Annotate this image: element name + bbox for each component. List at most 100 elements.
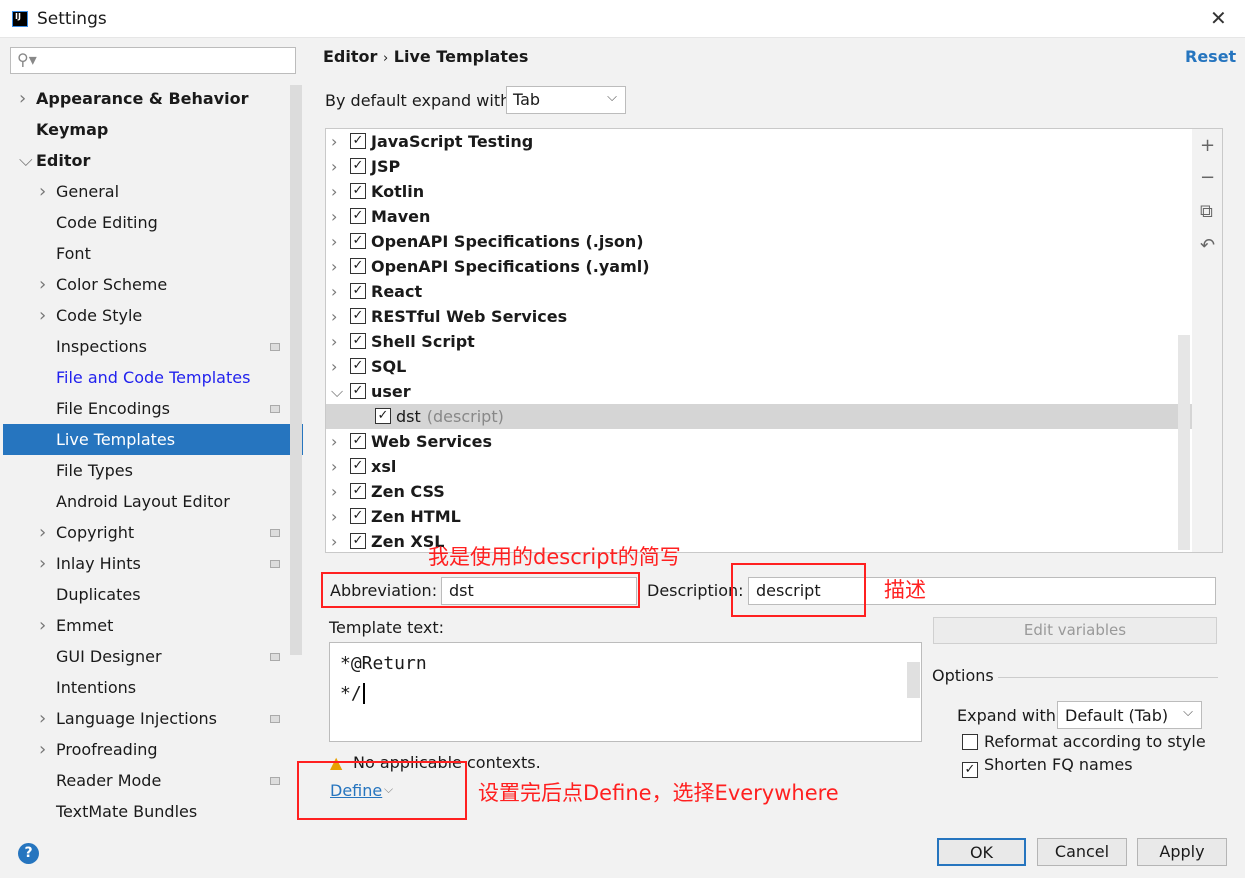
checkbox[interactable]: ✓ [350,233,366,249]
checkbox[interactable]: ✓ [350,433,366,449]
tree-row[interactable]: › ✓ Web Services [326,429,1192,454]
checkbox[interactable]: ✓ [350,508,366,524]
sidebar-item[interactable]: File Types [3,455,290,486]
sidebar-scrollbar[interactable] [290,85,302,655]
expand-with-select[interactable]: Default (Tab) ⌵ [1057,701,1202,729]
sidebar-item[interactable]: Font [3,238,290,269]
checkbox[interactable]: ✓ [350,358,366,374]
breadcrumb-parent[interactable]: Editor [323,47,377,66]
sidebar-item[interactable]: › Language Injections [3,703,290,734]
sidebar-item[interactable]: ⌵ Editor [3,145,290,176]
add-icon[interactable]: + [1200,135,1215,156]
checkbox[interactable]: ✓ [350,308,366,324]
checkbox[interactable]: ✓ [350,533,366,549]
search-input[interactable]: ⚲▾ [10,47,296,74]
sidebar-item[interactable]: › Proofreading [3,734,290,765]
chevron-right-icon[interactable]: › [331,479,337,504]
tree-row[interactable]: › ✓ SQL [326,354,1192,379]
checkbox[interactable]: ✓ [350,258,366,274]
remove-icon[interactable]: − [1200,167,1215,188]
ok-button[interactable]: OK [937,838,1026,866]
chevron-right-icon[interactable]: › [331,304,337,329]
checkbox[interactable]: ✓ [350,458,366,474]
tree-row[interactable]: › ✓ JavaScript Testing [326,129,1192,154]
chevron-right-icon[interactable]: › [331,229,337,254]
chevron-right-icon[interactable]: › [331,154,337,179]
chevron-right-icon[interactable]: › [331,429,337,454]
checkbox[interactable]: ✓ [350,208,366,224]
sidebar-item[interactable]: › Emmet [3,610,290,641]
sidebar-item[interactable]: Keymap [3,114,290,145]
checkbox[interactable]: ✓ [350,183,366,199]
tree-scrollbar[interactable] [1178,335,1190,550]
chevron-right-icon[interactable]: › [39,734,46,765]
chevron-right-icon[interactable]: › [331,129,337,154]
chevron-down-icon[interactable]: ⌵ [19,145,33,176]
checkbox-box[interactable]: ✓ [962,762,978,778]
sidebar-item[interactable]: Duplicates [3,579,290,610]
help-icon[interactable]: ? [18,843,39,864]
revert-icon[interactable]: ↶ [1200,235,1215,256]
copy-icon[interactable]: ⧉ [1200,201,1213,222]
checkbox[interactable]: ✓ [375,408,391,424]
close-icon[interactable]: ✕ [1210,6,1227,30]
reset-link[interactable]: Reset [1185,47,1236,66]
sidebar-item[interactable]: Intentions [3,672,290,703]
tree-row[interactable]: › ✓ Zen HTML [326,504,1192,529]
reformat-checkbox[interactable]: Reformat according to style [962,731,1206,751]
sidebar-item[interactable]: › Code Style [3,300,290,331]
chevron-right-icon[interactable]: › [331,329,337,354]
chevron-right-icon[interactable]: › [331,354,337,379]
checkbox[interactable]: ✓ [350,158,366,174]
sidebar-item[interactable]: Android Layout Editor [3,486,290,517]
tree-row[interactable]: › ✓ JSP [326,154,1192,179]
expand-select[interactable]: Tab ⌵ [506,86,626,114]
chevron-right-icon[interactable]: › [331,254,337,279]
chevron-right-icon[interactable]: › [331,279,337,304]
sidebar-item[interactable]: › Inlay Hints [3,548,290,579]
checkbox[interactable]: ✓ [350,283,366,299]
tree-row[interactable]: › ✓ React [326,279,1192,304]
edit-variables-button[interactable]: Edit variables [933,617,1217,644]
chevron-right-icon[interactable]: › [39,300,46,331]
sidebar-item[interactable]: › Color Scheme [3,269,290,300]
sidebar-item[interactable]: Reader Mode [3,765,290,796]
tree-row[interactable]: ✓ dst (descript) [326,404,1192,429]
cancel-button[interactable]: Cancel [1037,838,1127,866]
chevron-right-icon[interactable]: › [39,610,46,641]
tree-row[interactable]: › ✓ Shell Script [326,329,1192,354]
sidebar-item[interactable]: File Encodings [3,393,290,424]
chevron-right-icon[interactable]: › [19,83,26,114]
sidebar-item[interactable]: › Copyright [3,517,290,548]
tree-row[interactable]: › ✓ OpenAPI Specifications (.json) [326,229,1192,254]
checkbox[interactable]: ✓ [350,483,366,499]
chevron-right-icon[interactable]: › [331,529,337,552]
checkbox[interactable]: ✓ [350,383,366,399]
apply-button[interactable]: Apply [1137,838,1227,866]
tree-row[interactable]: › ✓ xsl [326,454,1192,479]
chevron-right-icon[interactable]: › [331,454,337,479]
sidebar-item[interactable]: File and Code Templates [3,362,290,393]
tree-row[interactable]: ⌵ ✓ user [326,379,1192,404]
tree-row[interactable]: › ✓ Zen CSS [326,479,1192,504]
tree-row[interactable]: › ✓ RESTful Web Services [326,304,1192,329]
chevron-right-icon[interactable]: › [39,176,46,207]
shorten-fq-checkbox[interactable]: ✓ Shorten FQ names [962,755,1133,778]
sidebar-item[interactable]: › Appearance & Behavior [3,83,290,114]
sidebar-item[interactable]: Code Editing [3,207,290,238]
checkbox-box[interactable] [962,734,978,750]
chevron-right-icon[interactable]: › [39,703,46,734]
tree-row[interactable]: › ✓ Maven [326,204,1192,229]
template-scrollbar[interactable] [907,662,920,698]
tree-row[interactable]: › ✓ OpenAPI Specifications (.yaml) [326,254,1192,279]
checkbox[interactable]: ✓ [350,133,366,149]
sidebar-item[interactable]: GUI Designer [3,641,290,672]
chevron-right-icon[interactable]: › [331,504,337,529]
chevron-right-icon[interactable]: › [331,204,337,229]
chevron-right-icon[interactable]: › [39,517,46,548]
template-text-editor[interactable]: *@Return */ [329,642,922,742]
sidebar-item[interactable]: › General [3,176,290,207]
sidebar-item[interactable]: TextMate Bundles [3,796,290,827]
sidebar-item[interactable]: Inspections [3,331,290,362]
tree-row[interactable]: › ✓ Kotlin [326,179,1192,204]
